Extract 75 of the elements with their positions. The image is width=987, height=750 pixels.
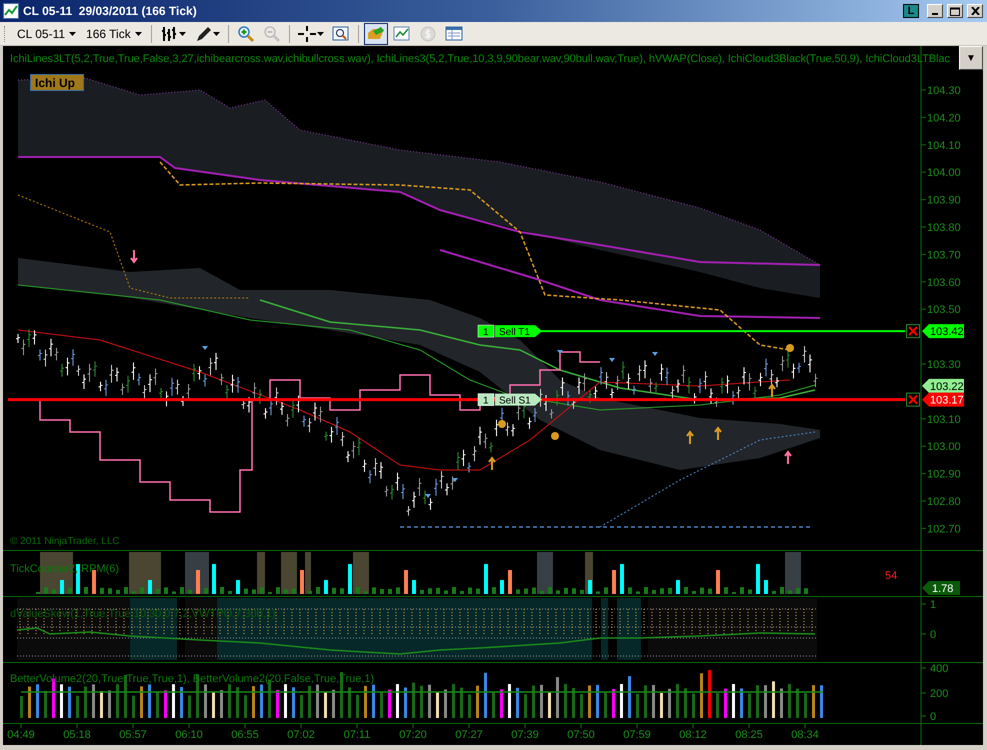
order-quantity-label: 1 bbox=[478, 324, 494, 338]
time-label: 07:02 bbox=[287, 729, 315, 741]
time-label: 07:20 bbox=[399, 729, 427, 741]
order-quantity-label: 1 bbox=[478, 393, 494, 407]
time-label: 08:12 bbox=[679, 729, 707, 741]
instrument-dropdown[interactable]: CL 05-11 bbox=[13, 24, 80, 42]
axis-label: 102.70 bbox=[927, 523, 961, 536]
axis-label: 103.30 bbox=[927, 359, 961, 371]
axis-label: 103.10 bbox=[927, 414, 961, 426]
time-label: 07:59 bbox=[623, 729, 651, 741]
axis-label: 103.70 bbox=[927, 249, 961, 262]
axis-label: 1 bbox=[930, 599, 936, 611]
minimize-button[interactable] bbox=[927, 4, 943, 18]
close-icon bbox=[970, 7, 980, 15]
order-label[interactable]: Sell T1 bbox=[495, 325, 542, 338]
signal-label: Ichi Up bbox=[30, 74, 84, 91]
link-button[interactable]: L bbox=[903, 4, 919, 18]
caret-icon bbox=[316, 32, 324, 36]
maximize-button[interactable] bbox=[947, 4, 963, 18]
time-label: 08:25 bbox=[735, 729, 763, 741]
dropdown-button[interactable]: ▼ bbox=[959, 46, 983, 70]
caret-icon bbox=[69, 32, 76, 36]
chart-icon bbox=[3, 3, 19, 19]
time-label: 07:11 bbox=[344, 729, 370, 741]
time-label: 06:10 bbox=[175, 729, 203, 741]
time-label: 08:34 bbox=[791, 729, 819, 741]
cancel-order-icon[interactable] bbox=[906, 324, 920, 338]
time-label: 05:57 bbox=[119, 729, 147, 741]
period-dropdown[interactable]: 166 Tick bbox=[82, 24, 146, 42]
axis-label: 0 bbox=[930, 711, 936, 723]
axis-label: 104.00 bbox=[927, 167, 961, 180]
close-button[interactable] bbox=[967, 4, 983, 18]
magnifier-icon bbox=[332, 24, 350, 42]
zoom-out-icon bbox=[262, 24, 281, 42]
price-marker: 103.42 bbox=[922, 324, 964, 338]
zoom-in-icon bbox=[236, 24, 255, 42]
bars-icon bbox=[160, 24, 178, 42]
data-box-button[interactable] bbox=[364, 22, 388, 44]
price-marker: 103.22 bbox=[922, 378, 964, 393]
tick-count: 54 bbox=[885, 570, 898, 582]
crosshair-icon bbox=[298, 24, 316, 42]
axis-label: 200 bbox=[930, 688, 948, 700]
copyright-text: © 2011 NinjaTrader, LLC bbox=[10, 536, 120, 547]
axis-label: 103.80 bbox=[927, 222, 961, 234]
axis-label: 104.20 bbox=[927, 112, 961, 124]
caret-icon bbox=[134, 32, 142, 36]
time-label: 05:18 bbox=[63, 729, 91, 741]
axis-label: 104.30 bbox=[927, 85, 961, 97]
line-chart-icon bbox=[392, 24, 411, 42]
table-icon bbox=[444, 24, 463, 42]
maximize-icon bbox=[950, 6, 960, 16]
axis-label: 103.00 bbox=[927, 441, 961, 454]
time-label: 04:49 bbox=[7, 729, 35, 741]
axis-label: 104.10 bbox=[927, 140, 961, 152]
axis-label: 103.50 bbox=[927, 304, 961, 316]
cancel-order-icon[interactable] bbox=[906, 392, 920, 407]
axis-label: 103.60 bbox=[927, 276, 961, 289]
time-label: 07:27 bbox=[455, 729, 483, 741]
axis-label: 103.90 bbox=[927, 194, 961, 207]
axis-label: 102.90 bbox=[927, 468, 961, 481]
axis-label: 0 bbox=[930, 629, 936, 641]
time-label: 07:39 bbox=[511, 729, 539, 741]
axis-label: 400 bbox=[930, 663, 948, 675]
price-marker: 103.17 bbox=[922, 392, 964, 407]
indicator-label: TickCounter2, RPM(6) bbox=[10, 563, 120, 575]
caret-icon bbox=[212, 32, 220, 36]
axis-label: 102.80 bbox=[927, 496, 961, 508]
indicator-label: dValueSkew(1,True,True,10,30,0.7,2,VWTPO,7,300,1) bbox=[10, 608, 276, 620]
window-title: CL 05-11 29/03/2011 (166 Tick) bbox=[23, 4, 198, 18]
order-label[interactable]: Sell S1 bbox=[495, 394, 542, 407]
time-label: 06:55 bbox=[231, 729, 259, 741]
caret-icon bbox=[178, 32, 186, 36]
value-marker: 1.78 bbox=[922, 581, 960, 595]
coin-icon bbox=[418, 24, 437, 42]
time-label: 07:50 bbox=[567, 729, 595, 741]
